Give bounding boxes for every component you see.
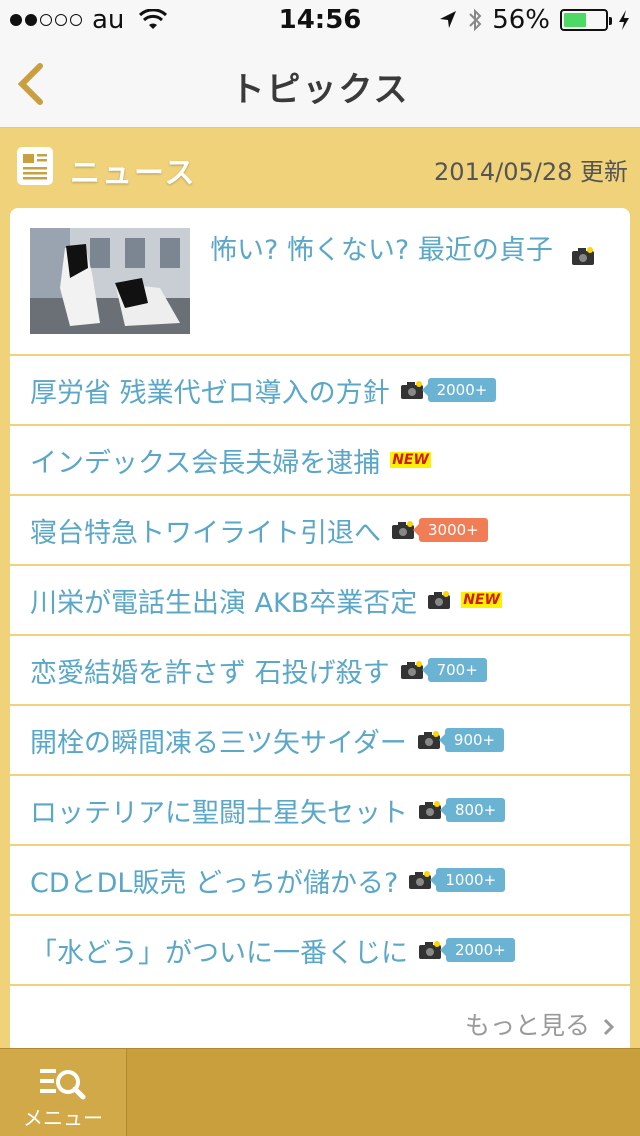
featured-title: 怖い? 怖くない? 最近の貞子 xyxy=(210,228,595,267)
camera-icon xyxy=(427,590,451,610)
featured-thumbnail xyxy=(30,228,190,334)
comment-count-badge: 2000+ xyxy=(440,938,515,962)
section-title: ニュース xyxy=(70,156,197,191)
news-list-item[interactable]: CDとDL販売 どっちが儲かる? 1000+ xyxy=(10,846,630,916)
camera-icon xyxy=(408,870,432,890)
news-item-title: 「水どう」がついに一番くじに xyxy=(30,937,408,969)
news-list-item[interactable]: 川栄が電話生出演 AKB卒業否定 NEW xyxy=(10,566,630,636)
news-list-item[interactable]: 厚労省 残業代ゼロ導入の方針 2000+ xyxy=(10,356,630,426)
camera-icon xyxy=(571,242,595,265)
new-badge: NEW xyxy=(461,592,503,608)
camera-icon xyxy=(418,940,442,960)
chevron-right-icon xyxy=(603,1018,615,1036)
status-bar: au 14:56 56% xyxy=(0,0,640,40)
charging-bolt-icon xyxy=(619,10,629,30)
updated-date: 2014/05/28 更新 xyxy=(434,158,628,186)
comment-count-badge: 800+ xyxy=(439,798,506,822)
featured-news-item[interactable]: 怖い? 怖くない? 最近の貞子 xyxy=(10,208,630,356)
tab-bar: メニュー xyxy=(0,1048,640,1136)
camera-icon xyxy=(391,520,415,540)
comment-count-badge: 1000+ xyxy=(430,868,506,892)
news-item-title: 寝台特急トワイライト引退へ xyxy=(30,517,381,549)
tab-menu-label: メニュー xyxy=(23,1106,103,1130)
news-list-item[interactable]: ロッテリアに聖闘士星矢セット 800+ xyxy=(10,776,630,846)
battery-icon xyxy=(560,9,612,31)
newspaper-icon xyxy=(17,147,53,185)
more-link[interactable]: もっと見る xyxy=(465,1006,616,1042)
menu-search-icon xyxy=(40,1069,86,1100)
news-list: 怖い? 怖くない? 最近の貞子 厚労省 残業代ゼロ導入の方針 2000+ インデック… xyxy=(10,208,630,1060)
news-item-title: 恋愛結婚を許さず 石投げ殺す xyxy=(30,657,390,689)
news-list-item[interactable]: インデックス会長夫婦を逮捕 NEW xyxy=(10,426,630,496)
battery-percent: 56% xyxy=(492,5,550,35)
comment-count-badge: 900+ xyxy=(438,728,505,752)
tab-menu[interactable]: メニュー xyxy=(0,1049,127,1136)
camera-icon xyxy=(418,800,442,820)
news-item-title: 川栄が電話生出演 AKB卒業否定 xyxy=(30,587,418,619)
camera-icon xyxy=(417,730,441,750)
camera-icon xyxy=(400,380,424,400)
news-item-title: インデックス会長夫婦を逮捕 xyxy=(30,447,381,479)
nav-bar: トピックス xyxy=(0,40,640,128)
news-list-item[interactable]: 恋愛結婚を許さず 石投げ殺す 700+ xyxy=(10,636,630,706)
camera-icon xyxy=(400,660,424,680)
news-list-item[interactable]: 開栓の瞬間凍る三ツ矢サイダー 900+ xyxy=(10,706,630,776)
news-item-title: 開栓の瞬間凍る三ツ矢サイダー xyxy=(30,727,407,759)
comment-count-badge: 2000+ xyxy=(421,378,497,402)
bluetooth-icon xyxy=(469,8,482,32)
news-list-item[interactable]: 「水どう」がついに一番くじに 2000+ xyxy=(10,916,630,986)
new-badge: NEW xyxy=(390,452,431,468)
news-list-item[interactable]: 寝台特急トワイライト引退へ 3000+ xyxy=(10,496,630,566)
news-item-title: ロッテリアに聖闘士星矢セット xyxy=(30,797,408,829)
news-item-title: 厚労省 残業代ゼロ導入の方針 xyxy=(30,377,390,409)
page-title: トピックス xyxy=(230,70,410,110)
comment-count-badge: 700+ xyxy=(421,658,487,682)
section-header: ニュース 2014/05/28 更新 xyxy=(0,128,640,210)
news-item-title: CDとDL販売 どっちが儲かる? xyxy=(30,867,399,899)
comment-count-badge: 3000+ xyxy=(413,518,488,542)
location-arrow-icon xyxy=(440,11,457,28)
